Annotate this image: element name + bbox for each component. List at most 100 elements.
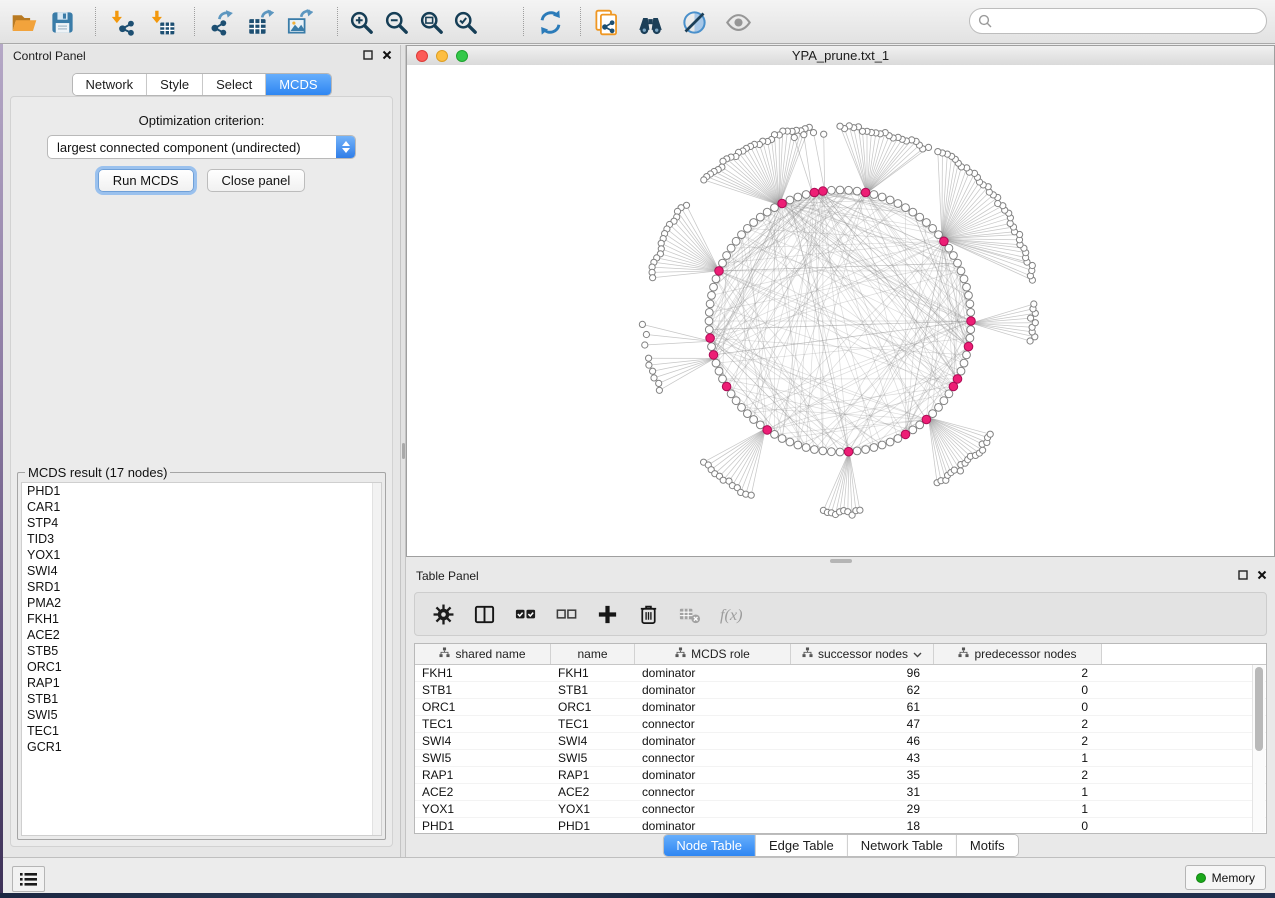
splitter-grip[interactable] — [402, 443, 405, 459]
add-entry-icon — [596, 603, 619, 626]
export-image-button[interactable] — [282, 6, 316, 38]
memory-button[interactable]: Memory — [1185, 865, 1266, 890]
zoom-out-button[interactable] — [379, 6, 413, 38]
tab-style[interactable]: Style — [147, 74, 203, 95]
delete-entry-icon — [637, 603, 660, 626]
select-all-icon — [514, 603, 537, 626]
run-mcds-button[interactable]: Run MCDS — [98, 169, 194, 192]
mcds-result-item[interactable]: PMA2 — [22, 595, 381, 611]
float-panel-icon[interactable] — [1238, 570, 1248, 580]
tab-edge-table[interactable]: Edge Table — [756, 835, 848, 856]
tab-mcds[interactable]: MCDS — [266, 74, 330, 95]
cytoscape-window: Control Panel NetworkStyleSelectMCDS Opt… — [0, 0, 1275, 898]
mcds-result-item[interactable]: TID3 — [22, 531, 381, 547]
tab-network-table[interactable]: Network Table — [848, 835, 957, 856]
split-panel-button[interactable] — [470, 600, 498, 628]
function-builder-icon: f(x) — [719, 603, 742, 626]
column-header-name[interactable]: name — [551, 644, 635, 664]
float-panel-icon[interactable] — [363, 50, 373, 60]
splitter-grip[interactable] — [830, 559, 852, 563]
table-row[interactable]: TEC1TEC1connector472 — [415, 716, 1266, 733]
table-row[interactable]: ACE2ACE2connector311 — [415, 784, 1266, 801]
network-window-titlebar[interactable]: YPA_prune.txt_1 — [407, 46, 1274, 66]
mcds-result-item[interactable]: GCR1 — [22, 739, 381, 755]
close-panel-icon[interactable] — [382, 50, 392, 60]
tab-select[interactable]: Select — [203, 74, 266, 95]
list-icon — [20, 873, 37, 886]
control-panel-title: Control Panel — [13, 49, 86, 63]
table-row[interactable]: SWI5SWI5connector431 — [415, 750, 1266, 767]
tab-motifs[interactable]: Motifs — [957, 835, 1018, 856]
mcds-result-list[interactable]: PHD1CAR1STP4TID3YOX1SWI4SRD1PMA2FKH1ACE2… — [21, 482, 382, 836]
find-button[interactable] — [633, 6, 667, 38]
style-visibility-button[interactable] — [677, 6, 711, 38]
mcds-result-item[interactable]: FKH1 — [22, 611, 381, 627]
mcds-result-item[interactable]: CAR1 — [22, 499, 381, 515]
table-row[interactable]: STB1STB1dominator620 — [415, 682, 1266, 699]
mcds-result-item[interactable]: YOX1 — [22, 547, 381, 563]
mcds-result-item[interactable]: RAP1 — [22, 675, 381, 691]
add-entry-button[interactable] — [593, 600, 621, 628]
delete-entry-button[interactable] — [634, 600, 662, 628]
function-builder-button[interactable]: f(x) — [716, 600, 744, 628]
mcds-result-item[interactable]: SWI4 — [22, 563, 381, 579]
mcds-result-item[interactable]: ACE2 — [22, 627, 381, 643]
zoom-selected-button[interactable] — [448, 6, 482, 38]
mcds-result-item[interactable]: SRD1 — [22, 579, 381, 595]
refresh-button[interactable] — [533, 6, 567, 38]
zoom-fit-button[interactable] — [414, 6, 448, 38]
search-icon — [978, 14, 992, 28]
mcds-result-item[interactable]: STB1 — [22, 691, 381, 707]
save-session-button[interactable] — [45, 6, 79, 38]
close-panel-button[interactable]: Close panel — [207, 169, 306, 192]
select-all-button[interactable] — [511, 600, 539, 628]
task-history-button[interactable] — [12, 866, 45, 892]
new-network-from-selection-button[interactable] — [589, 6, 623, 38]
mcds-result-item[interactable]: STP4 — [22, 515, 381, 531]
tab-node-table[interactable]: Node Table — [663, 835, 756, 856]
column-header-shared-name[interactable]: shared name — [415, 644, 551, 664]
horizontal-splitter[interactable] — [406, 557, 1275, 565]
mcds-result-item[interactable]: TEC1 — [22, 723, 381, 739]
mcds-result-item[interactable]: PHD1 — [22, 483, 381, 499]
table-row[interactable]: FKH1FKH1dominator962 — [415, 665, 1266, 682]
mcds-list-scrollbar[interactable] — [372, 483, 381, 835]
export-image-icon — [286, 9, 313, 36]
table-row[interactable]: RAP1RAP1dominator352 — [415, 767, 1266, 784]
column-header-MCDS-role[interactable]: MCDS role — [635, 644, 791, 664]
mcds-result-item[interactable]: STB5 — [22, 643, 381, 659]
show-hide-button[interactable] — [721, 6, 755, 38]
import-table-button[interactable] — [145, 6, 179, 38]
mcds-result-item[interactable]: SWI5 — [22, 707, 381, 723]
table-row[interactable]: YOX1YOX1connector291 — [415, 801, 1266, 818]
column-header-successor-nodes[interactable]: successor nodes — [791, 644, 934, 664]
tab-network[interactable]: Network — [72, 74, 147, 95]
zoom-in-button[interactable] — [344, 6, 378, 38]
search-input[interactable] — [997, 13, 1258, 29]
mcds-result-item[interactable]: ORC1 — [22, 659, 381, 675]
export-network-button[interactable] — [203, 6, 237, 38]
open-file-button[interactable] — [7, 6, 41, 38]
export-table-button[interactable] — [243, 6, 277, 38]
import-network-button[interactable] — [105, 6, 139, 38]
network-canvas[interactable] — [407, 65, 1274, 556]
table-scrollbar[interactable] — [1252, 665, 1265, 832]
refresh-icon — [537, 9, 564, 36]
table-row[interactable]: SWI4SWI4dominator462 — [415, 733, 1266, 750]
settings-gear-button[interactable] — [429, 600, 457, 628]
table-toolbar: f(x) — [414, 592, 1267, 636]
select-stepper-icon — [336, 136, 355, 158]
delete-table-icon — [678, 603, 701, 626]
table-row[interactable]: ORC1ORC1dominator610 — [415, 699, 1266, 716]
search-box[interactable] — [969, 8, 1267, 34]
table-row[interactable]: PHD1PHD1dominator180 — [415, 818, 1266, 834]
column-header-predecessor-nodes[interactable]: predecessor nodes — [934, 644, 1102, 664]
scrollbar-thumb[interactable] — [1255, 667, 1263, 751]
deselect-all-button[interactable] — [552, 600, 580, 628]
delete-table-button[interactable] — [675, 600, 703, 628]
toolbar-separator — [580, 7, 581, 36]
network-graph[interactable] — [407, 65, 1274, 556]
criterion-select[interactable]: largest connected component (undirected) — [47, 135, 356, 159]
close-panel-icon[interactable] — [1257, 570, 1267, 580]
main-toolbar — [0, 0, 1275, 44]
